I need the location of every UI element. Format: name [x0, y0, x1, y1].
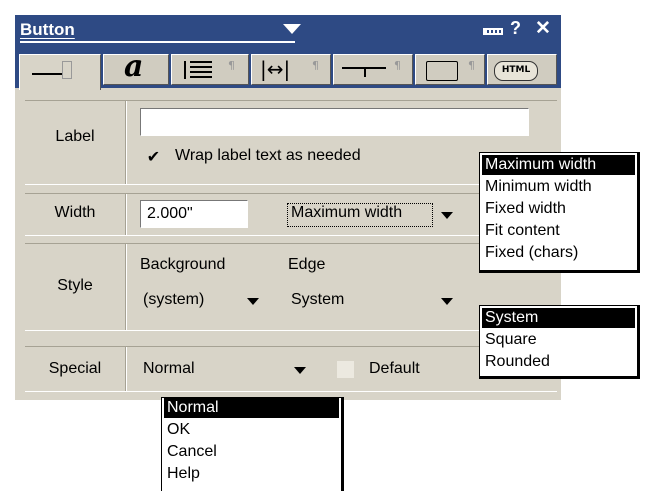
pilcrow-icon: ¶ [394, 59, 401, 72]
pilcrow-icon: ¶ [468, 59, 475, 72]
edge-label: Edge [288, 256, 326, 273]
pilcrow-icon: ¶ [312, 59, 319, 72]
list-item[interactable]: Normal [164, 398, 339, 418]
edge-select[interactable]: System [291, 291, 344, 309]
title-dropdown-icon[interactable] [283, 24, 301, 34]
background-select[interactable]: (system) [143, 291, 204, 309]
close-icon[interactable]: ✕ [535, 17, 551, 40]
list-item[interactable]: OK [164, 420, 339, 440]
special-select[interactable]: Normal [143, 360, 195, 378]
width-arrows-icon: |↔| [260, 57, 291, 81]
list-item[interactable]: Minimum width [482, 177, 635, 197]
default-checkbox[interactable] [337, 361, 354, 378]
grip-icon[interactable] [483, 28, 503, 35]
list-item[interactable]: Cancel [164, 442, 339, 462]
wrap-label-checkbox[interactable]: ✔ [145, 149, 162, 166]
width-mode-value: Maximum width [291, 204, 403, 221]
edge-list[interactable]: System Square Rounded [479, 305, 640, 379]
border-icon [364, 67, 366, 77]
list-item[interactable]: Square [482, 330, 635, 350]
label-input[interactable] [140, 108, 529, 136]
font-icon: a [124, 49, 144, 84]
background-dropdown-icon[interactable] [243, 290, 263, 312]
width-mode-dropdown-icon[interactable] [437, 204, 457, 226]
html-icon: HTML [494, 61, 538, 81]
list-item[interactable]: System [482, 308, 635, 328]
tab-script[interactable]: ¶ [415, 54, 485, 85]
tab-spacing[interactable]: |↔| ¶ [251, 54, 331, 85]
label-caption: Label [55, 128, 95, 145]
list-item[interactable]: Fixed width [482, 199, 635, 219]
special-list[interactable]: Normal OK Cancel Help [161, 397, 344, 491]
tab-border[interactable]: ¶ [333, 54, 413, 85]
list-item[interactable]: Fixed (chars) [482, 243, 635, 263]
script-icon [426, 61, 458, 81]
width-mode-list[interactable]: Maximum width Minimum width Fixed width … [479, 152, 640, 273]
style-caption: Style [57, 277, 93, 294]
background-label: Background [140, 256, 226, 273]
info-icon [62, 61, 72, 79]
edge-dropdown-icon[interactable] [437, 290, 457, 312]
tab-alignment[interactable]: ¶ [171, 54, 249, 85]
wrap-label-text: Wrap label text as needed [175, 147, 361, 164]
pilcrow-icon: ¶ [228, 59, 235, 72]
width-input[interactable]: 2.000" [140, 200, 248, 228]
tab-appearance[interactable] [19, 54, 101, 90]
list-item[interactable]: Help [164, 464, 339, 484]
align-icon [190, 61, 212, 79]
width-caption: Width [54, 204, 96, 221]
list-item[interactable]: Fit content [482, 221, 635, 241]
window-title[interactable]: Button [20, 19, 75, 41]
special-dropdown-icon[interactable] [290, 359, 310, 381]
special-caption: Special [48, 360, 102, 377]
default-label: Default [369, 360, 420, 377]
tab-font[interactable]: a [103, 49, 169, 85]
list-item[interactable]: Rounded [482, 352, 635, 372]
underline-icon [32, 73, 62, 75]
help-icon[interactable]: ? [510, 18, 521, 39]
title-underline [20, 41, 295, 43]
list-item[interactable]: Maximum width [482, 155, 635, 175]
tab-html[interactable]: HTML [487, 54, 557, 85]
